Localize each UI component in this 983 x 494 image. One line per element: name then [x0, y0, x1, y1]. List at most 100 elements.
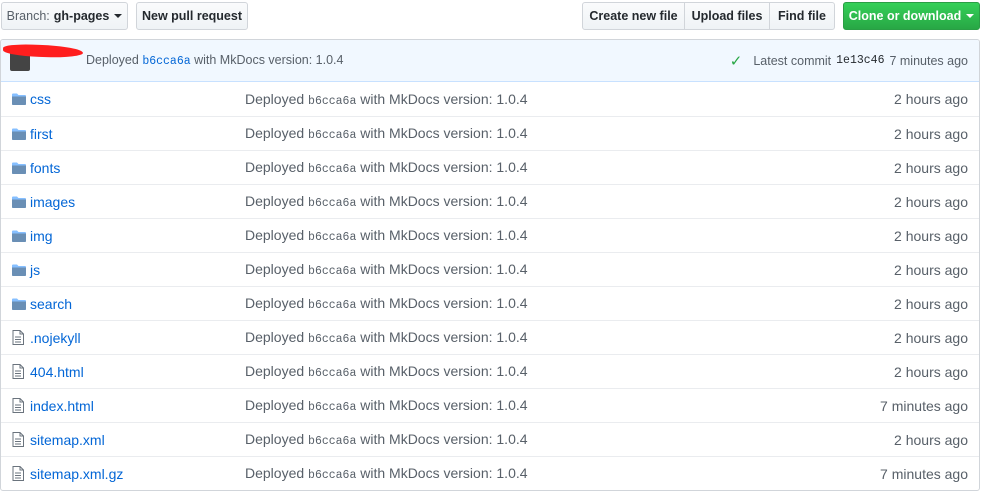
latest-commit-bar: Deployed b6cca6a with MkDocs version: 1.…	[1, 40, 979, 82]
commit-message-suffix: with MkDocs version: 1.0.4	[360, 261, 528, 277]
commit-sha-link[interactable]: b6cca6a	[308, 265, 356, 278]
commit-message-suffix: with MkDocs version: 1.0.4	[360, 465, 528, 481]
commit-message-prefix: Deployed	[245, 159, 305, 175]
file-name-link[interactable]: sitemap.xml	[30, 432, 245, 448]
commit-sha-link[interactable]: b6cca6a	[308, 95, 356, 108]
commit-sha-link[interactable]: b6cca6a	[308, 197, 356, 210]
commit-message-suffix: with MkDocs version: 1.0.4	[360, 125, 528, 141]
folder-icon	[1, 196, 30, 208]
latest-commit-age: 7 minutes ago	[889, 53, 968, 68]
latest-commit-info: ✓ Latest commit 1e13c46 7 minutes ago	[730, 52, 968, 70]
latest-commit-sha[interactable]: 1e13c46	[836, 54, 884, 67]
file-name-link[interactable]: search	[30, 296, 245, 312]
commit-message-prefix: Deployed	[245, 90, 305, 107]
commit-message-prefix: Deployed	[245, 125, 305, 141]
commit-message-suffix: with MkDocs version: 1.0.4	[360, 397, 528, 413]
latest-commit-label: Latest commit	[753, 53, 832, 68]
file-row: index.html Deployed b6cca6a with MkDocs v…	[1, 388, 979, 422]
commit-message: Deployed b6cca6a with MkDocs version: 1.…	[245, 125, 859, 142]
folder-icon	[1, 162, 30, 174]
commit-age: 2 hours ago	[894, 261, 968, 278]
commit-message-prefix: Deployed	[245, 329, 305, 345]
commit-age: 2 hours ago	[894, 193, 968, 210]
commit-message-suffix: with MkDocs version: 1.0.4	[360, 159, 528, 175]
file-row: first Deployed b6cca6a with MkDocs versio…	[1, 116, 979, 150]
file-row: sitemap.xml Deployed b6cca6a with MkDocs …	[1, 422, 979, 456]
file-icon	[1, 432, 30, 447]
caret-down-icon	[114, 14, 123, 18]
file-row: 404.html Deployed b6cca6a with MkDocs ver…	[1, 354, 979, 388]
branch-prefix-label: Branch:	[6, 9, 50, 23]
commit-sha-link[interactable]: b6cca6a	[308, 401, 356, 414]
file-row: search Deployed b6cca6a with MkDocs versi…	[1, 286, 979, 320]
upload-files-button[interactable]: Upload files	[684, 2, 770, 30]
commit-sha-link[interactable]: b6cca6a	[308, 231, 356, 244]
file-row: img Deployed b6cca6a with MkDocs version:…	[1, 218, 979, 252]
file-row: js Deployed b6cca6a with MkDocs version: …	[1, 252, 979, 286]
commit-message-suffix: with MkDocs version: 1.0.4	[360, 227, 528, 243]
branch-select-button[interactable]: Branch: gh-pages	[1, 2, 128, 30]
clone-or-download-button[interactable]: Clone or download	[843, 2, 980, 30]
commit-age: 2 hours ago	[894, 91, 968, 107]
find-file-button[interactable]: Find file	[769, 2, 835, 30]
file-list: css Deployed b6cca6a with MkDocs version:…	[1, 82, 979, 490]
commit-message: Deployed b6cca6a with MkDocs version: 1.…	[86, 53, 343, 68]
create-new-file-button[interactable]: Create new file	[582, 2, 685, 30]
file-name-link[interactable]: sitemap.xml.gz	[30, 466, 245, 482]
file-name-link[interactable]: fonts	[30, 160, 245, 176]
commit-message: Deployed b6cca6a with MkDocs version: 1.…	[245, 363, 859, 380]
commit-message-prefix: Deployed	[245, 431, 305, 447]
file-name-link[interactable]: img	[30, 228, 245, 244]
commit-message-suffix: with MkDocs version: 1.0.4	[360, 363, 528, 379]
commit-sha-link[interactable]: b6cca6a	[308, 333, 356, 346]
branch-name: gh-pages	[53, 9, 110, 23]
commit-age: 2 hours ago	[894, 295, 968, 312]
commit-message: Deployed b6cca6a with MkDocs version: 1.…	[245, 227, 859, 244]
commit-message-suffix: with MkDocs version: 1.0.4	[194, 53, 344, 67]
commit-sha-link[interactable]: b6cca6a	[308, 435, 356, 448]
commit-message-suffix: with MkDocs version: 1.0.4	[360, 329, 528, 345]
commit-sha-link[interactable]: b6cca6a	[308, 299, 356, 312]
caret-down-icon	[966, 14, 975, 18]
new-pull-request-button[interactable]: New pull request	[136, 2, 248, 30]
commit-sha-link[interactable]: b6cca6a	[308, 163, 356, 176]
commit-message: Deployed b6cca6a with MkDocs version: 1.…	[245, 465, 859, 482]
folder-icon	[1, 93, 30, 105]
file-row: fonts Deployed b6cca6a with MkDocs versio…	[1, 150, 979, 184]
file-name-link[interactable]: css	[30, 91, 245, 107]
commit-age: 7 minutes ago	[880, 465, 968, 482]
commit-message-prefix: Deployed	[245, 295, 305, 311]
commit-age: 2 hours ago	[894, 159, 968, 176]
commit-message-prefix: Deployed	[245, 193, 305, 209]
commit-message-prefix: Deployed	[245, 227, 305, 243]
file-name-link[interactable]: .nojekyll	[30, 330, 245, 346]
clone-label: Clone or download	[848, 9, 962, 23]
commit-message: Deployed b6cca6a with MkDocs version: 1.…	[245, 397, 859, 414]
commit-message-suffix: with MkDocs version: 1.0.4	[360, 90, 528, 107]
commit-age: 7 minutes ago	[880, 397, 968, 414]
commit-message-suffix: with MkDocs version: 1.0.4	[360, 431, 528, 447]
commit-sha-link[interactable]: b6cca6a	[142, 55, 190, 68]
commit-message-suffix: with MkDocs version: 1.0.4	[360, 193, 528, 209]
folder-icon	[1, 128, 30, 140]
commit-age: 2 hours ago	[894, 227, 968, 244]
file-icon	[1, 330, 30, 345]
file-name-link[interactable]: index.html	[30, 398, 245, 414]
commit-age: 2 hours ago	[894, 125, 968, 142]
check-icon: ✓	[729, 52, 743, 70]
file-icon	[1, 398, 30, 413]
commit-age: 2 hours ago	[894, 431, 968, 448]
folder-icon	[1, 298, 30, 310]
commit-sha-link[interactable]: b6cca6a	[308, 129, 356, 142]
repo-toolbar: Branch: gh-pages New pull request Create…	[0, 0, 983, 34]
commit-sha-link[interactable]: b6cca6a	[308, 469, 356, 482]
file-row: css Deployed b6cca6a with MkDocs version:…	[1, 82, 979, 116]
file-name-link[interactable]: images	[30, 194, 245, 210]
commit-sha-link[interactable]: b6cca6a	[308, 367, 356, 380]
file-name-link[interactable]: js	[30, 262, 245, 278]
commit-age: 2 hours ago	[894, 363, 968, 380]
commit-message: Deployed b6cca6a with MkDocs version: 1.…	[245, 329, 859, 346]
file-icon	[1, 466, 30, 481]
file-name-link[interactable]: 404.html	[30, 364, 245, 380]
file-name-link[interactable]: first	[30, 126, 245, 142]
